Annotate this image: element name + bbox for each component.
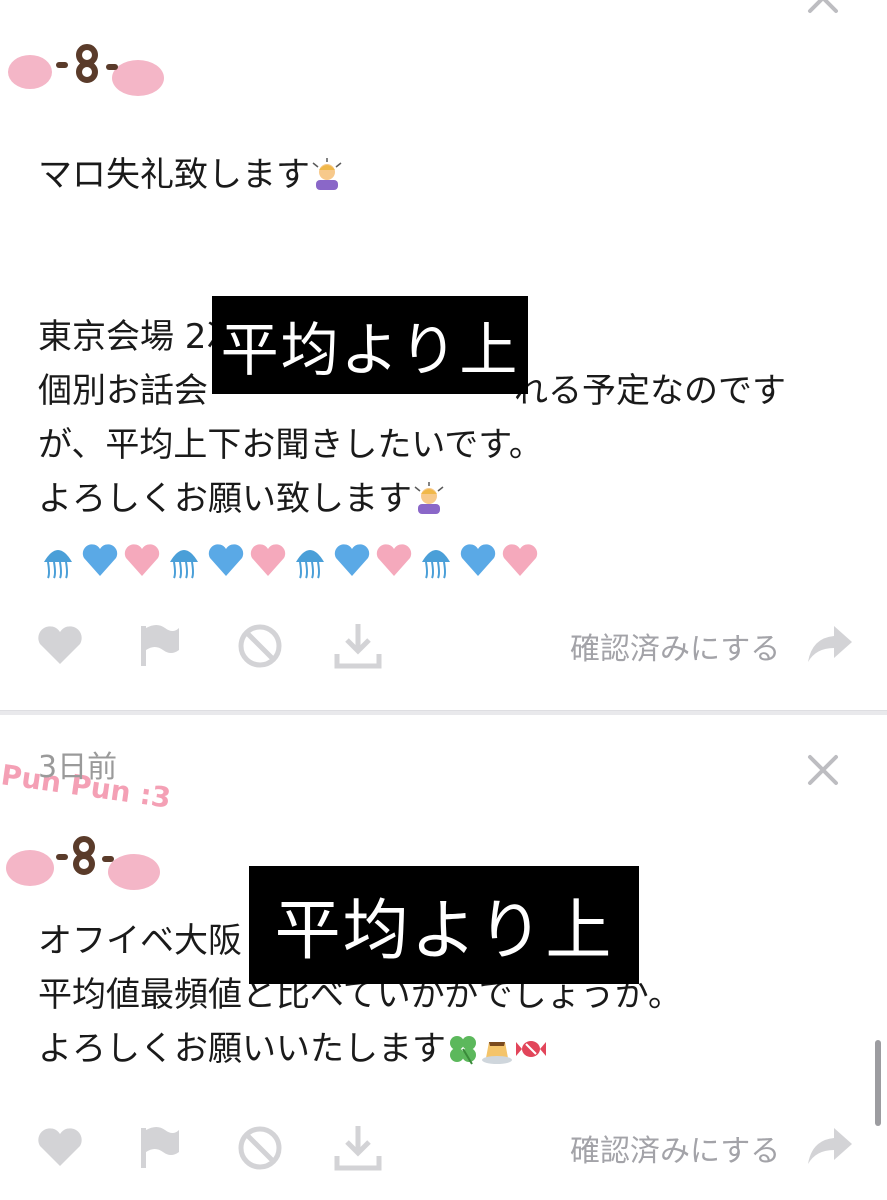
header-art-punpun: Pun Pun :3: [8, 44, 164, 96]
redaction-label: 平均より上: [220, 316, 520, 384]
person-bowing-emoji-icon: [312, 158, 342, 190]
confirm-button[interactable]: 確認済みにする: [570, 624, 780, 668]
blue-heart-icon: [208, 544, 244, 576]
jellyfish-emoji-icon: [44, 550, 72, 579]
close-button[interactable]: [803, 0, 843, 18]
download-icon[interactable]: [333, 620, 383, 670]
heart-icon[interactable]: [35, 620, 85, 670]
flag-icon[interactable]: [135, 1122, 185, 1172]
message-line: よろしくお願いいたします: [38, 1029, 446, 1069]
pink-heart-icon: [124, 544, 160, 576]
timestamp: 3日前: [38, 750, 118, 785]
four-leaf-clover-emoji-icon: [450, 1036, 476, 1065]
pink-heart-icon: [250, 544, 286, 576]
share-icon[interactable]: [804, 620, 854, 670]
close-icon: [808, 0, 838, 13]
emoji-row: [38, 540, 540, 580]
redaction-label: 平均より上: [274, 892, 614, 969]
blue-heart-icon: [82, 544, 118, 576]
action-bar: 確認済みにする: [0, 616, 887, 676]
jellyfish-emoji-icon: [170, 550, 198, 579]
pink-heart-icon: [502, 544, 538, 576]
message-line: マロ失礼致します: [38, 155, 310, 195]
message-card: Pun Pun :3 3日前 オフイベ大阪 平均値最頻値と比べていかがでしょうか…: [0, 714, 887, 1200]
blue-heart-icon: [460, 544, 496, 576]
pudding-emoji-icon: [482, 1042, 512, 1064]
blue-heart-icon: [334, 544, 370, 576]
action-bar: 確認済みにする: [0, 1118, 887, 1178]
confirm-button[interactable]: 確認済みにする: [570, 1126, 780, 1170]
block-icon[interactable]: [235, 620, 285, 670]
message-card: Pun Pun :3 マロ失礼致します 東京会場 2次 個別お話会 れる予定なの…: [0, 0, 887, 710]
pink-heart-icon: [376, 544, 412, 576]
close-button[interactable]: [803, 750, 843, 790]
heart-icon[interactable]: [35, 1122, 85, 1172]
message-line: オフイベ大阪: [38, 921, 242, 961]
jellyfish-emoji-icon: [422, 550, 450, 579]
feed: Pun Pun :3 マロ失礼致します 東京会場 2次 個別お話会 れる予定なの…: [0, 0, 887, 1200]
redaction-box: 平均より上: [212, 296, 528, 394]
share-icon[interactable]: [804, 1122, 854, 1172]
person-bowing-emoji-icon: [414, 482, 444, 514]
close-icon: [808, 755, 838, 785]
scrollbar-thumb[interactable]: [875, 1040, 881, 1126]
flag-icon[interactable]: [135, 620, 185, 670]
block-icon[interactable]: [235, 1122, 285, 1172]
redaction-box: 平均より上: [249, 866, 639, 984]
jellyfish-emoji-icon: [296, 550, 324, 579]
candy-emoji-icon: [516, 1041, 546, 1057]
download-icon[interactable]: [333, 1122, 383, 1172]
